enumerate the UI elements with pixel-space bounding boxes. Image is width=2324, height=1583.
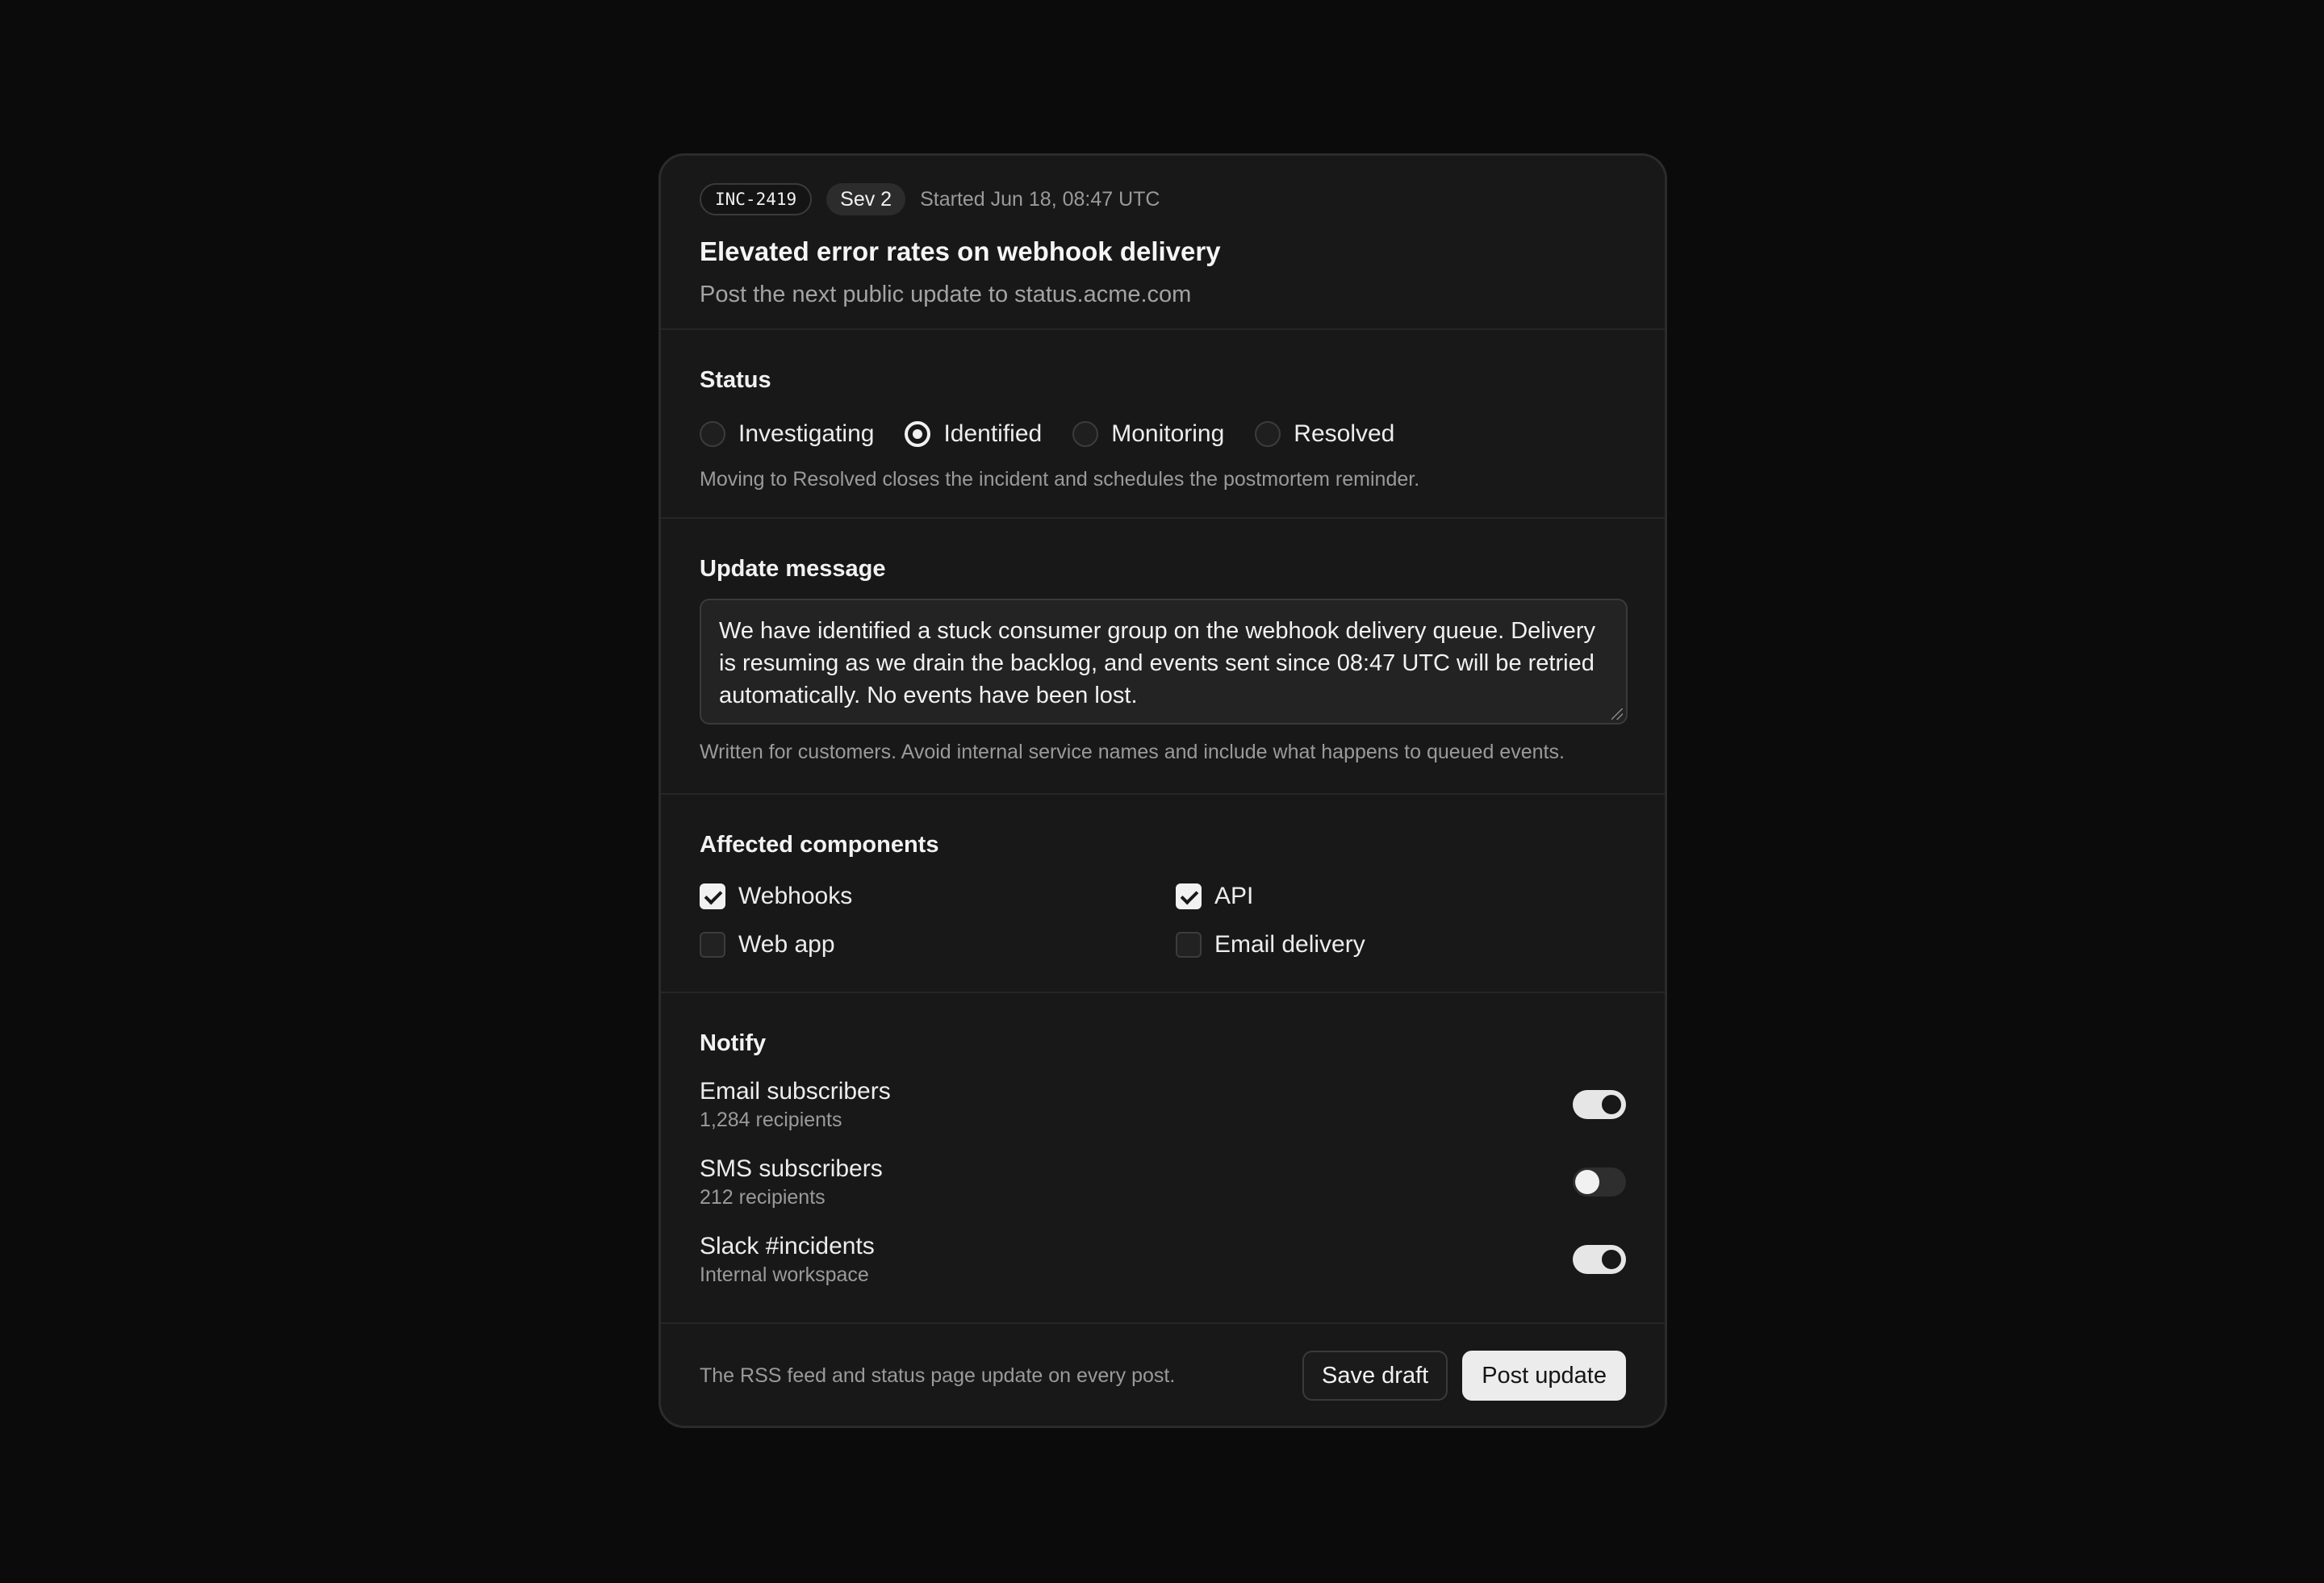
toggle-email-subscribers[interactable] (1573, 1090, 1626, 1119)
status-option-resolved[interactable]: Resolved (1255, 420, 1394, 448)
notify-row-sms: SMS subscribers 212 recipients (700, 1152, 1626, 1212)
component-web-app[interactable]: Web app (700, 931, 1176, 959)
radio-investigating[interactable] (700, 421, 725, 447)
component-email-delivery[interactable]: Email delivery (1176, 931, 1628, 959)
checkbox-email-delivery[interactable] (1176, 932, 1202, 958)
incident-subtitle: Post the next public update to status.ac… (700, 282, 1192, 307)
components-label: Affected components (700, 832, 939, 858)
checkbox-label: Web app (738, 931, 835, 958)
components-grid: Webhooks API Web app Email delivery (700, 883, 1626, 959)
component-webhooks[interactable]: Webhooks (700, 883, 1176, 910)
toggle-sms-subscribers[interactable] (1573, 1167, 1626, 1197)
incident-title: Elevated error rates on webhook delivery (700, 236, 1221, 266)
status-option-monitoring[interactable]: Monitoring (1072, 420, 1224, 448)
incident-id-badge: INC-2419 (700, 183, 813, 215)
checkbox-label: Webhooks (738, 883, 853, 909)
status-hint: Moving to Resolved closes the incident a… (700, 468, 1420, 491)
status-label: Status (700, 367, 771, 393)
card-footer: The RSS feed and status page update on e… (661, 1324, 1665, 1426)
radio-label: Identified (943, 420, 1043, 447)
notify-subtitle: Internal workspace (700, 1263, 869, 1286)
footer-actions: Save draft Post update (1302, 1351, 1626, 1401)
started-timestamp: Started Jun 18, 08:47 UTC (920, 187, 1160, 211)
update-message-text: We have identified a stuck consumer grou… (719, 618, 1595, 708)
save-draft-button[interactable]: Save draft (1302, 1351, 1448, 1401)
incident-update-card: INC-2419 Sev 2 Started Jun 18, 08:47 UTC… (658, 153, 1667, 1428)
incident-meta: INC-2419 Sev 2 Started Jun 18, 08:47 UTC (700, 183, 1626, 215)
radio-label: Monitoring (1111, 420, 1225, 447)
checkbox-webhooks[interactable] (700, 883, 725, 909)
message-label: Update message (700, 556, 886, 582)
radio-resolved[interactable] (1255, 421, 1281, 447)
message-hint: Written for customers. Avoid internal se… (700, 741, 1565, 763)
severity-badge: Sev 2 (826, 183, 906, 215)
radio-label: Resolved (1294, 420, 1395, 447)
components-section: Affected components Webhooks API Web app… (661, 795, 1665, 993)
footer-hint: The RSS feed and status page update on e… (700, 1364, 1176, 1387)
toggle-knob (1599, 1247, 1624, 1272)
notify-title: Slack #incidents (700, 1232, 875, 1259)
toggle-knob (1599, 1092, 1624, 1117)
message-section: Update message We have identified a stuc… (661, 519, 1665, 795)
notify-row-email: Email subscribers 1,284 recipients (700, 1075, 1626, 1134)
toggle-slack-incidents[interactable] (1573, 1245, 1626, 1274)
notify-subtitle: 212 recipients (700, 1185, 826, 1209)
notify-subtitle: 1,284 recipients (700, 1108, 842, 1131)
notify-row-slack: Slack #incidents Internal workspace (700, 1230, 1626, 1289)
status-option-investigating[interactable]: Investigating (700, 420, 874, 448)
resize-grip-icon[interactable] (1611, 708, 1623, 720)
checkbox-label: Email delivery (1214, 931, 1365, 958)
incident-header: INC-2419 Sev 2 Started Jun 18, 08:47 UTC… (661, 156, 1665, 330)
checkbox-web-app[interactable] (700, 932, 725, 958)
notify-title: Email subscribers (700, 1077, 891, 1105)
radio-monitoring[interactable] (1072, 421, 1099, 447)
post-update-button[interactable]: Post update (1462, 1351, 1626, 1401)
notify-section: Notify Email subscribers 1,284 recipient… (661, 993, 1665, 1324)
status-option-identified[interactable]: Identified (905, 420, 1042, 448)
checkbox-api[interactable] (1176, 883, 1202, 909)
radio-identified[interactable] (905, 421, 931, 447)
update-message-textarea[interactable]: We have identified a stuck consumer grou… (700, 599, 1628, 725)
checkbox-label: API (1214, 883, 1254, 909)
toggle-knob (1575, 1170, 1599, 1194)
status-section: Status Investigating Identified Monitori… (661, 330, 1665, 519)
component-api[interactable]: API (1176, 883, 1628, 910)
notify-label: Notify (700, 1030, 767, 1056)
notify-title: SMS subscribers (700, 1155, 883, 1182)
status-radio-group: Investigating Identified Monitoring Reso… (700, 418, 1626, 450)
radio-label: Investigating (738, 420, 875, 447)
